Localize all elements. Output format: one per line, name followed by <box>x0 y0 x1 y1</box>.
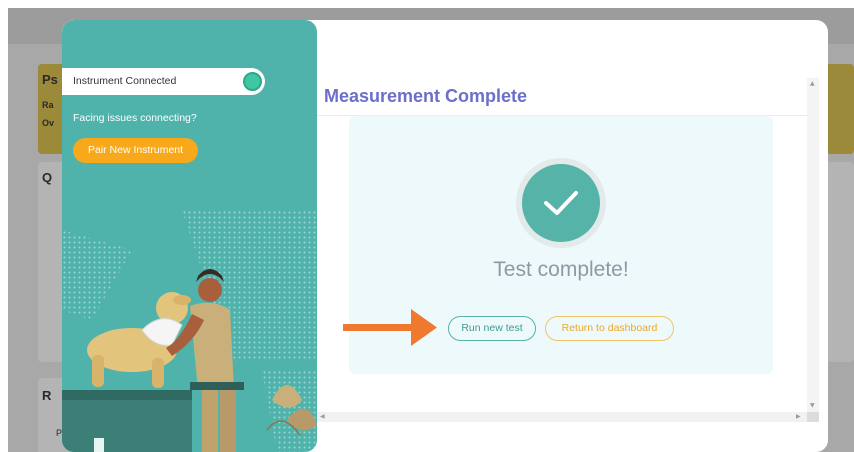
horizontal-scrollbar[interactable]: ◀ ▶ <box>317 412 807 422</box>
background-card-right <box>826 162 854 362</box>
status-message: Test complete! <box>493 258 629 281</box>
connected-indicator-icon <box>243 72 262 91</box>
return-to-dashboard-button[interactable]: Return to dashboard <box>545 316 674 341</box>
vet-dog-illustration <box>62 210 317 452</box>
connection-issue-text: Facing issues connecting? <box>73 112 197 124</box>
measurement-content: Measurement Complete Test complete! Run … <box>317 78 819 422</box>
status-icon-ring <box>516 158 606 248</box>
instrument-status-pill: Instrument Connected <box>62 68 265 95</box>
instrument-status-label: Instrument Connected <box>73 75 177 87</box>
background-card-yellow-right <box>826 64 854 154</box>
scroll-right-icon[interactable]: ▶ <box>796 413 801 420</box>
scroll-up-icon[interactable]: ▲ <box>810 80 815 87</box>
arrow-right-icon <box>343 309 437 346</box>
run-new-test-button[interactable]: Run new test <box>448 316 536 341</box>
scroll-down-icon[interactable]: ▼ <box>810 402 815 409</box>
background-card-heading: Ps <box>42 72 58 87</box>
pair-new-instrument-button[interactable]: Pair New Instrument <box>73 138 198 163</box>
background-card-line-1: Ra <box>42 100 54 110</box>
instrument-side-panel: Instrument Connected Facing issues conne… <box>62 20 317 452</box>
background-card-q-heading: Q <box>42 170 53 185</box>
scroll-left-icon[interactable]: ◀ <box>320 413 325 420</box>
vertical-scrollbar[interactable]: ▲ ▼ <box>807 78 819 412</box>
background-card-r-heading: R <box>42 388 52 403</box>
background-card-line-2: Ov <box>42 118 55 128</box>
screen: Ps Ra Ov Q R P Instrument Connected Faci… <box>0 0 854 452</box>
scrollbar-corner <box>807 412 819 422</box>
page-title: Measurement Complete <box>324 86 528 106</box>
checkmark-icon <box>522 164 600 242</box>
measurement-modal: Instrument Connected Facing issues conne… <box>62 20 828 452</box>
